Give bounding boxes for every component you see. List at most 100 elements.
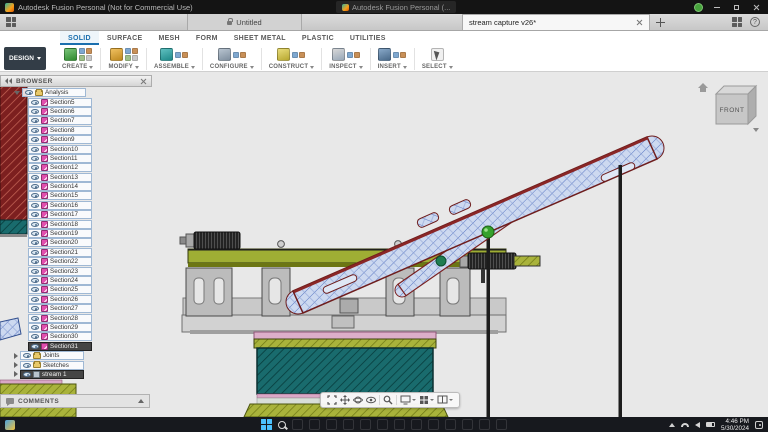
visibility-eye-icon[interactable] bbox=[31, 165, 39, 171]
visibility-eye-icon[interactable] bbox=[31, 127, 39, 133]
pan-icon[interactable] bbox=[340, 395, 350, 405]
visibility-eye-icon[interactable] bbox=[31, 137, 39, 143]
home-icon[interactable] bbox=[698, 83, 708, 92]
tree-item-section[interactable]: Section7 bbox=[28, 116, 152, 126]
visibility-eye-icon[interactable] bbox=[31, 146, 39, 152]
minimize-button[interactable] bbox=[710, 2, 723, 13]
tree-item-analysis[interactable]: Analysis bbox=[14, 88, 152, 98]
tree-item-section[interactable]: Section12 bbox=[28, 163, 152, 173]
battery-icon[interactable] bbox=[705, 422, 715, 427]
visibility-eye-icon[interactable] bbox=[23, 362, 31, 368]
expand-arrow-icon[interactable] bbox=[14, 352, 18, 359]
taskbar-app-icon[interactable] bbox=[292, 419, 303, 430]
search-icon[interactable] bbox=[278, 420, 286, 429]
grid-display-icon[interactable] bbox=[419, 395, 434, 405]
maximize-button[interactable] bbox=[730, 2, 743, 13]
insert-tools-icons[interactable] bbox=[393, 51, 407, 58]
visibility-eye-icon[interactable] bbox=[31, 278, 39, 283]
zoom-fit-icon[interactable] bbox=[327, 395, 337, 405]
collapse-panel-icon[interactable] bbox=[5, 78, 12, 84]
group-select[interactable]: SELECT bbox=[415, 45, 460, 72]
create-tools-icons[interactable] bbox=[78, 48, 92, 61]
tree-item-section[interactable]: Section5 bbox=[28, 97, 152, 107]
tree-item-section[interactable]: Section22 bbox=[28, 257, 152, 267]
visibility-eye-icon[interactable] bbox=[31, 249, 39, 255]
tree-item-section[interactable]: Section19 bbox=[28, 229, 152, 239]
visibility-eye-icon[interactable] bbox=[31, 315, 39, 321]
expand-arrow-icon[interactable] bbox=[14, 371, 18, 378]
taskbar-app-icon[interactable] bbox=[309, 419, 320, 430]
job-status-icon[interactable] bbox=[732, 17, 742, 27]
tab-untitled[interactable]: Untitled bbox=[187, 14, 302, 30]
tree-item-sketches[interactable]: Sketches bbox=[14, 360, 152, 370]
tree-item-section[interactable]: Section20 bbox=[28, 238, 152, 248]
tree-item-section[interactable]: Section29 bbox=[28, 322, 152, 332]
select-cursor-icon[interactable] bbox=[430, 48, 444, 61]
taskbar-app-icon[interactable] bbox=[343, 419, 354, 430]
tab-close-icon[interactable] bbox=[636, 19, 643, 26]
construct-tools-icons[interactable] bbox=[292, 51, 306, 58]
taskbar-app-icon[interactable] bbox=[377, 419, 388, 430]
visibility-eye-icon[interactable] bbox=[31, 221, 39, 227]
visibility-eye-icon[interactable] bbox=[23, 371, 31, 377]
tree-item-section[interactable]: Section23 bbox=[28, 266, 152, 276]
taskbar-app-icon[interactable] bbox=[462, 419, 473, 430]
visibility-eye-icon[interactable] bbox=[23, 353, 31, 359]
taskbar-app-icon[interactable] bbox=[326, 419, 337, 430]
tree-item-section[interactable]: Section31 bbox=[28, 341, 152, 351]
visibility-eye-icon[interactable] bbox=[31, 334, 39, 340]
browser-close-icon[interactable] bbox=[140, 78, 147, 85]
tree-item-section[interactable]: Section25 bbox=[28, 285, 152, 295]
app-grid-icon[interactable] bbox=[6, 17, 16, 27]
visibility-eye-icon[interactable] bbox=[25, 90, 33, 96]
ribbon-tab[interactable]: SHEET METAL bbox=[226, 31, 294, 45]
visibility-eye-icon[interactable] bbox=[31, 99, 39, 105]
inspect-tools-icons[interactable] bbox=[346, 51, 360, 58]
lever-arm-section[interactable] bbox=[285, 135, 665, 315]
ribbon-tab[interactable]: SURFACE bbox=[99, 31, 151, 45]
window-group-tab[interactable]: Autodesk Fusion Personal (... bbox=[336, 1, 457, 13]
tree-item-section[interactable]: Section21 bbox=[28, 247, 152, 257]
expand-arrow-icon[interactable] bbox=[14, 90, 20, 95]
widgets-icon[interactable] bbox=[5, 419, 15, 430]
group-create[interactable]: CREATE bbox=[55, 45, 100, 72]
look-at-icon[interactable] bbox=[366, 395, 376, 405]
tree-item-section[interactable]: Section11 bbox=[28, 153, 152, 163]
knurled-adjuster-right[interactable] bbox=[459, 252, 541, 283]
support-rod-right[interactable] bbox=[617, 157, 623, 418]
tree-item-section[interactable]: Section6 bbox=[28, 106, 152, 116]
start-button[interactable] bbox=[261, 419, 272, 430]
visibility-eye-icon[interactable] bbox=[31, 174, 39, 180]
group-assemble[interactable]: ASSEMBLE bbox=[147, 45, 202, 72]
zoom-icon[interactable] bbox=[383, 395, 393, 405]
press-pull-icon[interactable] bbox=[109, 48, 123, 61]
pivot-ball-teal[interactable] bbox=[435, 255, 447, 267]
tree-item-joints[interactable]: Joints bbox=[14, 351, 152, 361]
tree-item-section[interactable]: Section28 bbox=[28, 313, 152, 323]
notification-bell-icon[interactable] bbox=[755, 420, 763, 429]
tree-item-section[interactable]: Section14 bbox=[28, 182, 152, 192]
tray-overflow-icon[interactable] bbox=[668, 422, 675, 427]
group-configure[interactable]: CONFIGURE bbox=[203, 45, 261, 72]
tree-item-section[interactable]: Section9 bbox=[28, 135, 152, 145]
volume-icon[interactable] bbox=[694, 421, 700, 428]
pivot-ball-green[interactable] bbox=[481, 225, 495, 239]
ribbon-tab[interactable]: SOLID bbox=[60, 31, 99, 45]
visibility-eye-icon[interactable] bbox=[31, 343, 39, 349]
tree-item-section[interactable]: Section15 bbox=[28, 191, 152, 201]
tree-item-stream[interactable]: stream 1 bbox=[14, 369, 152, 379]
visibility-eye-icon[interactable] bbox=[31, 155, 39, 161]
visibility-eye-icon[interactable] bbox=[31, 240, 39, 246]
expand-arrow-icon[interactable] bbox=[14, 362, 18, 369]
ribbon-tab[interactable]: PLASTIC bbox=[294, 31, 342, 45]
view-cube-front-label[interactable]: FRONT bbox=[720, 107, 745, 114]
user-avatar[interactable] bbox=[694, 2, 703, 12]
browser-header[interactable]: BROWSER bbox=[0, 75, 152, 87]
taskbar-app-icon[interactable] bbox=[411, 419, 422, 430]
tree-item-section[interactable]: Section8 bbox=[28, 125, 152, 135]
viewports-icon[interactable] bbox=[437, 395, 453, 405]
visibility-eye-icon[interactable] bbox=[31, 118, 39, 124]
taskbar-app-icon[interactable] bbox=[496, 419, 507, 430]
visibility-eye-icon[interactable] bbox=[31, 108, 39, 114]
configuration-icon[interactable] bbox=[217, 48, 231, 61]
